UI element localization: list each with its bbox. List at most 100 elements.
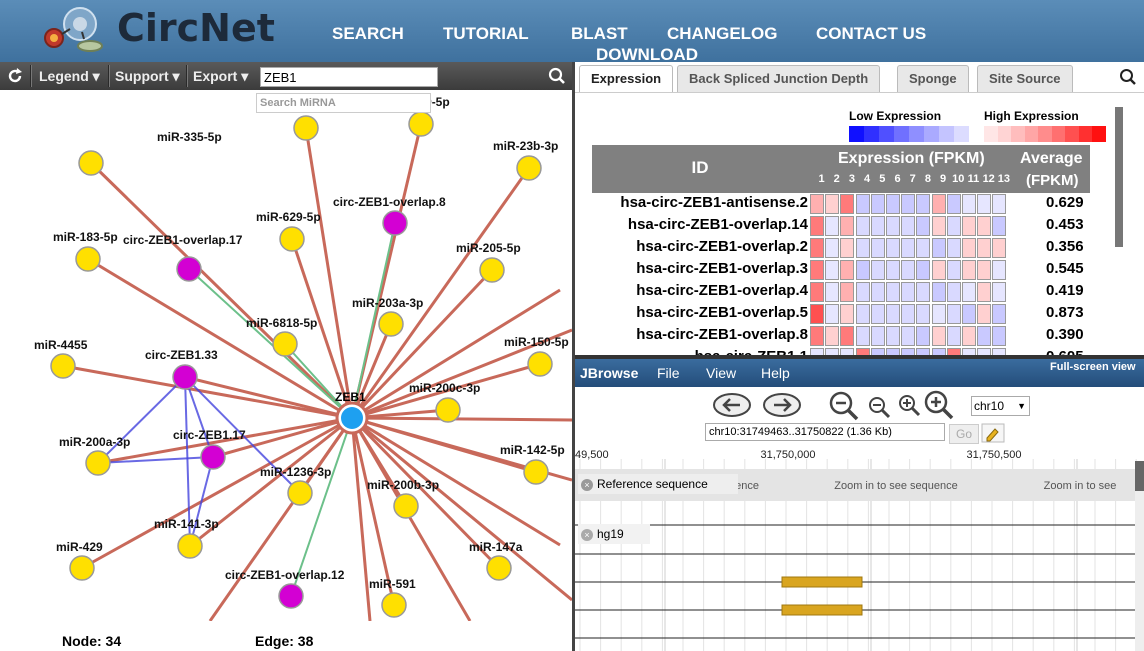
graph-node-circle[interactable] (176, 256, 202, 282)
graph-node-circle[interactable] (486, 555, 512, 581)
graph-node-circle[interactable] (378, 311, 404, 337)
chromosome-select[interactable]: chr10 ▼ (971, 396, 1030, 416)
pan-left-icon[interactable] (712, 392, 752, 418)
graph-node-circle[interactable] (381, 592, 407, 618)
graph-node-circle[interactable] (523, 459, 549, 485)
jbrowse-track-area[interactable]: 49,50031,750,00031,750,500sequenceZoom i… (575, 447, 1144, 651)
refresh-icon[interactable] (6, 67, 24, 85)
tab-site-source[interactable]: Site Source (977, 65, 1073, 92)
graph-node[interactable]: miR-150-5p (504, 335, 569, 377)
expression-row[interactable]: hsa-circ-ZEB1-overlap.14 0.453 (592, 215, 1112, 237)
nav-blast[interactable]: BLAST (571, 24, 628, 44)
graph-node[interactable]: miR-200c-3p (409, 381, 480, 423)
expression-row[interactable]: hsa-circ-ZEB1-overlap.4 0.419 (592, 281, 1112, 303)
center-node-circle[interactable] (341, 407, 363, 429)
graph-node-circle[interactable] (479, 257, 505, 283)
nav-contact-us[interactable]: CONTACT US (816, 24, 926, 44)
graph-node-circle[interactable] (278, 583, 304, 609)
graph-node-circle[interactable] (382, 210, 408, 236)
graph-node[interactable]: miR-1236-3p (260, 465, 331, 506)
search-suggestion[interactable]: Search MiRNA (256, 93, 431, 113)
pan-right-icon[interactable] (762, 392, 802, 418)
expression-row[interactable]: hsa-circ-ZEB1-overlap.3 0.545 (592, 259, 1112, 281)
nav-search[interactable]: SEARCH (332, 24, 404, 44)
graph-node[interactable]: miR-4455 (34, 338, 88, 379)
close-icon[interactable]: × (581, 479, 593, 491)
legend-menu[interactable]: Legend ▾ (39, 62, 100, 90)
graph-node-circle[interactable] (85, 450, 111, 476)
graph-node-circle[interactable] (78, 150, 104, 176)
expression-row[interactable]: hsa-circ-ZEB1-overlap.5 0.873 (592, 303, 1112, 325)
graph-node-circle[interactable] (435, 397, 461, 423)
graph-node[interactable]: miR-629-5p (256, 210, 321, 252)
gene-feature[interactable] (781, 604, 863, 616)
graph-node-circle[interactable] (69, 555, 95, 581)
graph-node[interactable]: miR-141-3p (154, 517, 219, 559)
expression-row[interactable]: hsa-circ-ZEB1-antisense.2 0.629 (592, 193, 1112, 215)
zoom-in-large-icon[interactable] (923, 389, 955, 421)
graph-node-circle[interactable] (279, 226, 305, 252)
zoom-out-icon[interactable] (867, 395, 891, 419)
hg19-track-label[interactable]: × hg19 (578, 524, 650, 544)
graph-node[interactable]: miR-23b-3p (493, 139, 558, 181)
graph-node[interactable]: circ-ZEB1-overlap.8 (333, 195, 446, 236)
graph-node[interactable]: miR-335-5p (78, 130, 222, 176)
expression-row-id[interactable]: hsa-circ-ZEB1-overlap.2 (636, 238, 808, 255)
tab-back-spliced-junction-depth[interactable]: Back Spliced Junction Depth (677, 65, 881, 92)
graph-node-circle[interactable] (287, 480, 313, 506)
graph-center-node[interactable]: ZEB1 (335, 390, 369, 435)
graph-node[interactable]: miR-183-5p (53, 230, 118, 272)
mirna-search-input[interactable] (260, 67, 438, 87)
graph-node-circle[interactable] (527, 351, 553, 377)
zoom-out-large-icon[interactable] (828, 390, 860, 422)
graph-node-circle[interactable] (200, 444, 226, 470)
graph-node-circle[interactable] (272, 331, 298, 357)
graph-node-circle[interactable] (177, 533, 203, 559)
graph-node-circle[interactable] (408, 111, 434, 137)
search-icon[interactable] (548, 67, 566, 85)
nav-tutorial[interactable]: TUTORIAL (443, 24, 529, 44)
logo-text[interactable]: CircNet (117, 6, 275, 50)
expression-row-id[interactable]: hsa-circ-ZEB1.1 (695, 348, 808, 355)
export-menu[interactable]: Export ▾ (193, 62, 248, 90)
network-graph[interactable]: miR-2113miR-539-5pmiR-335-5pmiR-23b-3pci… (0, 90, 572, 621)
jbrowse-brand[interactable]: JBrowse (580, 365, 638, 381)
graph-node-circle[interactable] (293, 115, 319, 141)
menu-file[interactable]: File (657, 365, 680, 381)
graph-node[interactable]: miR-591 (369, 577, 416, 618)
expression-row[interactable]: hsa-circ-ZEB1.1 0.605 (592, 347, 1112, 355)
expression-row-id[interactable]: hsa-circ-ZEB1-antisense.2 (620, 194, 808, 211)
tab-sponge[interactable]: Sponge (897, 65, 969, 92)
track-scrollbar-thumb[interactable] (1135, 461, 1144, 491)
menu-help[interactable]: Help (761, 365, 790, 381)
graph-node[interactable]: miR-200a-3p (59, 435, 130, 476)
fullscreen-link[interactable]: Full-screen view (1050, 361, 1136, 373)
graph-node[interactable]: miR-200b-3p (367, 478, 439, 519)
nav-changelog[interactable]: CHANGELOG (667, 24, 778, 44)
graph-node-circle[interactable] (172, 364, 198, 390)
highlight-icon[interactable] (981, 423, 1005, 443)
expression-row-id[interactable]: hsa-circ-ZEB1-overlap.3 (636, 260, 808, 277)
search-icon[interactable] (1119, 68, 1137, 86)
location-input[interactable] (705, 423, 945, 441)
reference-sequence-track-label[interactable]: × Reference sequence (578, 474, 738, 494)
expression-row-id[interactable]: hsa-circ-ZEB1-overlap.14 (628, 216, 808, 233)
graph-node-circle[interactable] (516, 155, 542, 181)
graph-node[interactable]: miR-205-5p (456, 241, 521, 283)
menu-view[interactable]: View (706, 365, 736, 381)
zoom-in-icon[interactable] (897, 393, 921, 417)
go-button[interactable]: Go (949, 424, 979, 444)
expression-row-id[interactable]: hsa-circ-ZEB1-overlap.8 (636, 326, 808, 343)
graph-node[interactable]: circ-ZEB1-overlap.17 (123, 233, 243, 282)
graph-node-circle[interactable] (75, 246, 101, 272)
tab-expression[interactable]: Expression (579, 65, 674, 92)
graph-node-circle[interactable] (50, 353, 76, 379)
graph-node-circle[interactable] (393, 493, 419, 519)
expression-scrollbar[interactable] (1115, 107, 1123, 247)
close-icon[interactable]: × (581, 529, 593, 541)
graph-node[interactable]: miR-6818-5p (246, 316, 317, 357)
expression-row[interactable]: hsa-circ-ZEB1-overlap.8 0.390 (592, 325, 1112, 347)
support-menu[interactable]: Support ▾ (115, 62, 180, 90)
expression-row[interactable]: hsa-circ-ZEB1-overlap.2 0.356 (592, 237, 1112, 259)
graph-node[interactable]: circ-ZEB1-overlap.12 (225, 568, 345, 609)
